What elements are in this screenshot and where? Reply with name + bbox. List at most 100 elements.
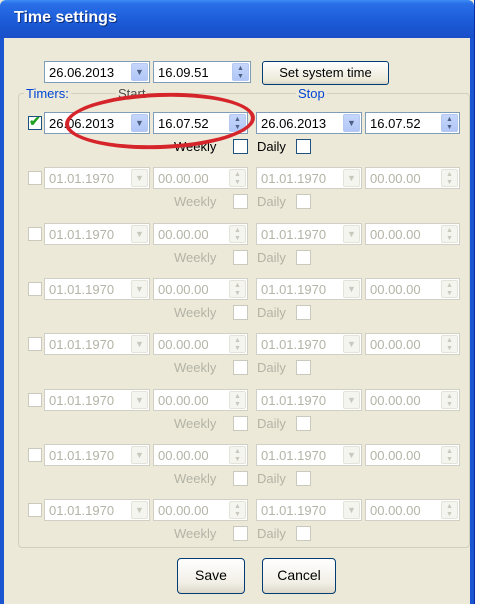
start-date-combo[interactable]: 01.01.1970 ▼ (44, 444, 150, 466)
chevron-down-icon[interactable]: ▼ (131, 335, 148, 353)
weekly-checkbox[interactable] (233, 194, 248, 209)
spinner-arrows-icon[interactable]: ▲ ▼ (229, 225, 246, 243)
spinner-arrows-icon[interactable]: ▲ ▼ (229, 446, 246, 464)
spinner-arrows-icon[interactable]: ▲ ▼ (441, 114, 458, 132)
stop-time-spinner[interactable]: 00.00.00 ▲ ▼ (365, 167, 460, 189)
chevron-down-icon[interactable]: ▼ (343, 114, 360, 132)
stop-date-combo[interactable]: 01.01.1970 ▼ (256, 333, 362, 355)
start-date-combo[interactable]: 01.01.1970 ▼ (44, 223, 150, 245)
chevron-down-icon[interactable]: ▼ (343, 225, 360, 243)
spinner-arrows-icon[interactable]: ▲ ▼ (232, 63, 249, 81)
stop-date-combo[interactable]: 01.01.1970 ▼ (256, 223, 362, 245)
stop-time-spinner[interactable]: 00.00.00 ▲ ▼ (365, 333, 460, 355)
stop-date-combo[interactable]: 01.01.1970 ▼ (256, 499, 362, 521)
start-time-spinner[interactable]: 16.07.52 ▲ ▼ (153, 112, 248, 134)
stop-date-combo[interactable]: 26.06.2013 ▼ (256, 112, 362, 134)
daily-checkbox[interactable] (296, 194, 311, 209)
stop-time-spinner[interactable]: 00.00.00 ▲ ▼ (365, 444, 460, 466)
spinner-arrows-icon[interactable]: ▲ ▼ (229, 501, 246, 519)
spinner-arrows-icon[interactable]: ▲ ▼ (441, 501, 458, 519)
daily-checkbox[interactable] (296, 305, 311, 320)
chevron-down-icon[interactable]: ▼ (131, 114, 148, 132)
stop-time-spinner[interactable]: 00.00.00 ▲ ▼ (365, 223, 460, 245)
timer-enable-checkbox[interactable] (28, 448, 42, 462)
chevron-down-icon[interactable]: ▼ (131, 280, 148, 298)
stop-date-combo[interactable]: 01.01.1970 ▼ (256, 167, 362, 189)
start-time-spinner[interactable]: 00.00.00 ▲ ▼ (153, 278, 248, 300)
spinner-arrows-icon[interactable]: ▲ ▼ (229, 335, 246, 353)
timer-enable-checkbox[interactable] (28, 393, 42, 407)
start-date-combo[interactable]: 01.01.1970 ▼ (44, 389, 150, 411)
chevron-down-icon[interactable]: ▼ (131, 391, 148, 409)
chevron-down-icon[interactable]: ▼ (131, 169, 148, 187)
timer-enable-checkbox[interactable] (28, 227, 42, 241)
set-system-time-button[interactable]: Set system time (262, 61, 389, 85)
chevron-down-icon[interactable]: ▼ (131, 501, 148, 519)
chevron-down-icon[interactable]: ▼ (343, 501, 360, 519)
daily-checkbox[interactable] (296, 526, 311, 541)
chevron-down-icon[interactable]: ▼ (343, 335, 360, 353)
timer-enable-checkbox[interactable]: ✔ (28, 113, 42, 130)
daily-checkbox[interactable] (296, 360, 311, 375)
stop-time-spinner[interactable]: 00.00.00 ▲ ▼ (365, 389, 460, 411)
weekly-checkbox[interactable] (233, 139, 248, 154)
spinner-arrows-icon[interactable]: ▲ ▼ (441, 446, 458, 464)
spinner-arrows-icon[interactable]: ▲ ▼ (441, 391, 458, 409)
timer-enable-checkbox[interactable] (28, 503, 42, 517)
time-settings-window: Time settings 26.06.2013 ▼ 16.09.51 ▲ ▼ S… (0, 0, 475, 604)
daily-checkbox[interactable] (296, 139, 311, 154)
cancel-button[interactable]: Cancel (262, 558, 336, 594)
timer-enable-checkbox[interactable] (28, 171, 42, 185)
spinner-arrows-icon[interactable]: ▲ ▼ (441, 335, 458, 353)
weekly-checkbox[interactable] (233, 360, 248, 375)
start-date-combo[interactable]: 01.01.1970 ▼ (44, 167, 150, 189)
save-button[interactable]: Save (177, 558, 245, 594)
start-date-combo[interactable]: 01.01.1970 ▼ (44, 499, 150, 521)
start-date-combo[interactable]: 01.01.1970 ▼ (44, 333, 150, 355)
spinner-arrows-icon[interactable]: ▲ ▼ (229, 280, 246, 298)
stop-time-spinner[interactable]: 00.00.00 ▲ ▼ (365, 278, 460, 300)
daily-checkbox[interactable] (296, 416, 311, 431)
weekly-checkbox[interactable] (233, 526, 248, 541)
weekly-label: Weekly (174, 139, 217, 154)
start-time-spinner[interactable]: 00.00.00 ▲ ▼ (153, 223, 248, 245)
weekly-checkbox[interactable] (233, 416, 248, 431)
start-time-spinner[interactable]: 00.00.00 ▲ ▼ (153, 499, 248, 521)
title-bar[interactable]: Time settings (0, 0, 474, 38)
start-date-combo[interactable]: 26.06.2013 ▼ (44, 112, 150, 134)
weekly-checkbox[interactable] (233, 250, 248, 265)
timer-enable-checkbox[interactable] (28, 282, 42, 296)
chevron-down-icon[interactable]: ▼ (343, 280, 360, 298)
stop-date-combo[interactable]: 01.01.1970 ▼ (256, 278, 362, 300)
start-time-spinner[interactable]: 00.00.00 ▲ ▼ (153, 389, 248, 411)
timer-enable-checkbox[interactable] (28, 337, 42, 351)
spinner-arrows-icon[interactable]: ▲ ▼ (441, 169, 458, 187)
daily-checkbox[interactable] (296, 250, 311, 265)
chevron-down-icon[interactable]: ▼ (131, 446, 148, 464)
chevron-down-icon[interactable]: ▼ (343, 169, 360, 187)
chevron-down-icon[interactable]: ▼ (131, 225, 148, 243)
spinner-arrows-icon[interactable]: ▲ ▼ (229, 391, 246, 409)
stop-time-spinner[interactable]: 00.00.00 ▲ ▼ (365, 499, 460, 521)
system-date-combo[interactable]: 26.06.2013 ▼ (44, 61, 150, 83)
stop-date-value: 01.01.1970 (261, 503, 327, 518)
chevron-down-icon[interactable]: ▼ (131, 63, 148, 81)
stop-date-value: 01.01.1970 (261, 282, 327, 297)
stop-date-combo[interactable]: 01.01.1970 ▼ (256, 389, 362, 411)
start-time-spinner[interactable]: 00.00.00 ▲ ▼ (153, 444, 248, 466)
start-date-combo[interactable]: 01.01.1970 ▼ (44, 278, 150, 300)
chevron-down-icon[interactable]: ▼ (343, 391, 360, 409)
weekly-checkbox[interactable] (233, 305, 248, 320)
start-time-spinner[interactable]: 00.00.00 ▲ ▼ (153, 167, 248, 189)
daily-checkbox[interactable] (296, 471, 311, 486)
start-time-spinner[interactable]: 00.00.00 ▲ ▼ (153, 333, 248, 355)
system-time-spinner[interactable]: 16.09.51 ▲ ▼ (153, 61, 251, 83)
spinner-arrows-icon[interactable]: ▲ ▼ (441, 280, 458, 298)
stop-date-combo[interactable]: 01.01.1970 ▼ (256, 444, 362, 466)
spinner-arrows-icon[interactable]: ▲ ▼ (229, 169, 246, 187)
spinner-arrows-icon[interactable]: ▲ ▼ (229, 114, 246, 132)
weekly-checkbox[interactable] (233, 471, 248, 486)
stop-time-spinner[interactable]: 16.07.52 ▲ ▼ (365, 112, 460, 134)
spinner-arrows-icon[interactable]: ▲ ▼ (441, 225, 458, 243)
chevron-down-icon[interactable]: ▼ (343, 446, 360, 464)
